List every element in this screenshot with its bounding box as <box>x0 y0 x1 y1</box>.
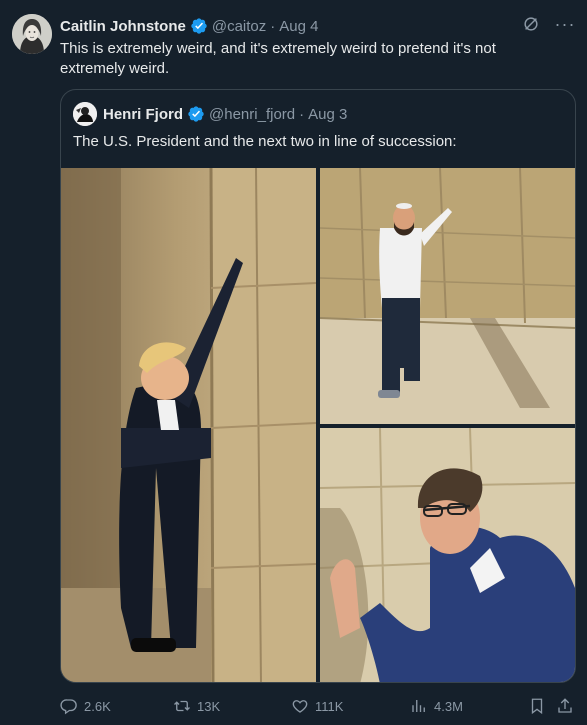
quoted-author-avatar[interactable] <box>73 102 97 126</box>
quoted-tweet[interactable]: Henri Fjord @henri_fjord · Aug 3 The U.S… <box>60 89 576 683</box>
author-handle[interactable]: @caitoz <box>212 18 266 35</box>
quoted-tweet-header: Henri Fjord @henri_fjord · Aug 3 <box>73 102 347 126</box>
quoted-author-name[interactable]: Henri Fjord <box>103 106 183 123</box>
share-button[interactable] <box>556 694 574 718</box>
like-button[interactable]: 111K <box>291 694 343 718</box>
views-button[interactable]: 4.3M <box>410 694 463 718</box>
heart-icon <box>292 700 308 713</box>
reply-icon <box>60 699 77 715</box>
photo-3[interactable] <box>320 428 575 682</box>
like-count: 111K <box>315 698 344 714</box>
grok-icon[interactable] <box>521 14 541 34</box>
quoted-tweet-text: The U.S. President and the next two in l… <box>73 133 457 150</box>
tweet[interactable]: Caitlin Johnstone @caitoz · Aug 4 ··· Th… <box>0 0 587 725</box>
action-bar: 2.6K 13K 111K 4.3M <box>60 694 576 718</box>
share-icon <box>558 698 572 713</box>
photo-1[interactable] <box>61 168 316 682</box>
tweet-header: Caitlin Johnstone @caitoz · Aug 4 <box>60 16 537 36</box>
tweet-date[interactable]: Aug 4 <box>279 18 318 35</box>
quoted-author-handle[interactable]: @henri_fjord <box>209 106 295 123</box>
retweet-count: 13K <box>197 698 221 714</box>
quoted-tweet-date[interactable]: Aug 3 <box>308 106 347 123</box>
views-count: 4.3M <box>434 698 463 714</box>
reply-button[interactable]: 2.6K <box>60 694 111 718</box>
bookmark-icon <box>531 698 543 715</box>
separator: · <box>299 105 305 123</box>
verified-badge-icon <box>190 17 208 35</box>
separator: · <box>270 17 276 35</box>
retweet-button[interactable]: 13K <box>173 694 220 718</box>
more-icon[interactable]: ··· <box>555 14 575 34</box>
verified-badge-icon <box>187 105 205 123</box>
author-avatar[interactable] <box>12 14 52 54</box>
top-right-icons: ··· <box>521 14 575 34</box>
views-icon <box>412 700 425 712</box>
reply-count: 2.6K <box>84 698 111 714</box>
bookmark-button[interactable] <box>528 694 546 718</box>
photo-2[interactable] <box>320 168 575 424</box>
tweet-text: This is extremely weird, and it's extrem… <box>60 40 496 77</box>
author-name[interactable]: Caitlin Johnstone <box>60 18 186 35</box>
retweet-icon <box>174 700 190 712</box>
